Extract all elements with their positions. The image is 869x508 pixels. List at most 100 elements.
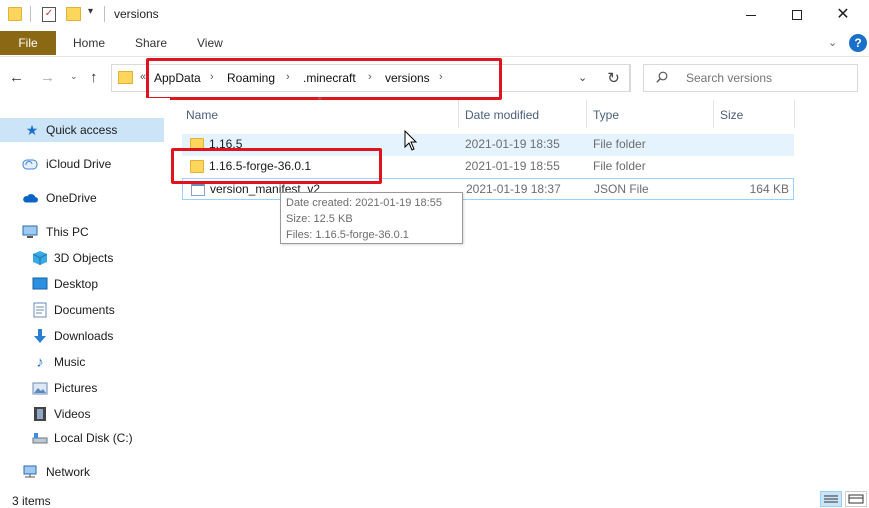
sidebar-item-label: Quick access: [46, 123, 118, 137]
file-date-modified: 2021-01-19 18:55: [465, 159, 560, 173]
sidebar-item-documents[interactable]: Documents: [0, 298, 164, 322]
column-divider[interactable]: [458, 100, 459, 128]
column-header-type[interactable]: Type: [593, 100, 619, 130]
toolbar-divider: [104, 6, 105, 22]
sidebar-item-downloads[interactable]: Downloads: [0, 324, 164, 348]
window-title: versions: [114, 7, 159, 21]
file-type: File folder: [593, 159, 646, 173]
json-file-icon: [191, 183, 205, 196]
sidebar-item-pictures[interactable]: Pictures: [0, 376, 164, 400]
cube-3d-icon: [32, 250, 48, 266]
file-info-tooltip: Date created: 2021-01-19 18:55 Size: 12.…: [280, 192, 463, 244]
forward-arrow-icon[interactable]: →: [40, 69, 55, 86]
status-bar: 3 items: [0, 490, 869, 508]
file-type: JSON File: [594, 182, 649, 196]
title-bar: ✓ ▾ versions ✕: [0, 0, 869, 30]
tab-share[interactable]: Share: [135, 36, 167, 50]
tooltip-size: Size: 12.5 KB: [286, 213, 353, 225]
sidebar-item-local-disk[interactable]: Local Disk (C:): [0, 426, 164, 450]
sidebar-item-label: Desktop: [54, 277, 99, 291]
sidebar-item-label: 3D Objects: [54, 251, 114, 265]
film-icon: [32, 406, 48, 422]
computer-icon: [22, 224, 38, 240]
minimize-button[interactable]: [728, 0, 774, 30]
close-icon: ✕: [836, 6, 850, 23]
toolbar-divider: [30, 6, 31, 22]
sidebar-item-label: Network: [46, 465, 91, 479]
sidebar-item-label: Music: [54, 355, 86, 369]
sidebar-item-label: Local Disk (C:): [54, 431, 133, 445]
folder-icon: [118, 71, 133, 84]
ribbon-tabs: File Home Share View ⌄ ?: [0, 30, 869, 56]
column-header-name[interactable]: Name: [186, 100, 218, 130]
highlight-box-forge-folder: [171, 148, 382, 184]
sidebar-item-desktop[interactable]: Desktop: [0, 272, 164, 296]
chevron-down-icon[interactable]: ⌄: [828, 36, 837, 49]
help-icon[interactable]: ?: [849, 34, 867, 52]
music-note-icon: ♪: [36, 353, 44, 371]
star-icon: ★: [25, 121, 39, 138]
sort-caret-icon: ⌃: [316, 96, 324, 106]
large-icons-view-button[interactable]: [845, 491, 867, 507]
sidebar-item-music[interactable]: ♪ Music: [0, 350, 164, 374]
sidebar-item-3d-objects[interactable]: 3D Objects: [0, 246, 164, 270]
large-icons-view-icon: [848, 494, 864, 504]
column-divider[interactable]: [794, 100, 795, 128]
recent-locations-chevron-icon[interactable]: ⌄: [70, 71, 78, 82]
file-date-modified: 2021-01-19 18:35: [465, 137, 560, 151]
sidebar-item-onedrive[interactable]: OneDrive: [0, 186, 164, 210]
file-size: 164 KB: [749, 182, 789, 196]
column-header-date-modified[interactable]: Date modified: [465, 100, 539, 130]
sidebar-item-label: Downloads: [54, 329, 114, 343]
drive-icon: [32, 430, 48, 446]
search-box[interactable]: [643, 64, 858, 92]
icloud-icon: [22, 156, 38, 172]
mouse-pointer-icon: [404, 130, 418, 151]
pictures-icon: [32, 380, 48, 396]
highlight-box-address: [146, 58, 502, 100]
tab-file[interactable]: File: [0, 31, 56, 55]
file-date-modified: 2021-01-19 18:37: [466, 182, 561, 196]
column-divider[interactable]: [713, 100, 714, 128]
sidebar-item-videos[interactable]: Videos: [0, 402, 164, 426]
sidebar-item-this-pc[interactable]: This PC: [0, 220, 164, 244]
quick-access-dropdown-icon[interactable]: ▾: [88, 6, 93, 17]
back-arrow-icon[interactable]: ←: [9, 69, 24, 86]
tooltip-date-created: Date created: 2021-01-19 18:55: [286, 197, 442, 209]
search-input[interactable]: [686, 70, 846, 86]
download-arrow-icon: [32, 328, 48, 344]
properties-checkmark-icon[interactable]: ✓: [42, 7, 56, 22]
maximize-button[interactable]: [774, 0, 820, 30]
refresh-icon: ↻: [607, 70, 620, 87]
details-view-button[interactable]: [820, 491, 842, 507]
sidebar-item-label: This PC: [46, 225, 89, 239]
desktop-icon: [32, 276, 48, 292]
sidebar-item-quick-access[interactable]: ★ Quick access: [0, 118, 164, 142]
sidebar-item-label: iCloud Drive: [46, 157, 112, 171]
close-button[interactable]: ✕: [820, 0, 866, 30]
new-folder-icon[interactable]: [66, 7, 81, 21]
onedrive-cloud-icon: [22, 190, 38, 206]
sidebar-item-icloud-drive[interactable]: iCloud Drive: [0, 152, 164, 176]
sidebar-item-label: Pictures: [54, 381, 98, 395]
up-arrow-icon[interactable]: ↑: [90, 69, 98, 86]
item-count: 3 items: [12, 494, 51, 508]
details-view-icon: [824, 495, 838, 503]
tab-home[interactable]: Home: [73, 36, 105, 50]
minimize-icon: [746, 14, 756, 16]
sidebar-item-label: Videos: [54, 407, 91, 421]
sidebar-item-network[interactable]: Network: [0, 460, 164, 484]
column-header-size[interactable]: Size: [720, 100, 743, 130]
network-icon: [22, 464, 38, 480]
file-type: File folder: [593, 137, 646, 151]
tooltip-files: Files: 1.16.5-forge-36.0.1: [286, 229, 409, 241]
refresh-button[interactable]: ↻: [598, 64, 630, 92]
sidebar-item-label: Documents: [54, 303, 115, 317]
column-divider[interactable]: [586, 100, 587, 128]
sidebar-item-label: OneDrive: [46, 191, 97, 205]
maximize-icon: [792, 10, 802, 20]
search-icon: [656, 71, 668, 83]
documents-icon: [32, 302, 48, 318]
tab-view[interactable]: View: [197, 36, 223, 50]
address-history-dropdown-icon[interactable]: ⌄: [578, 71, 587, 84]
